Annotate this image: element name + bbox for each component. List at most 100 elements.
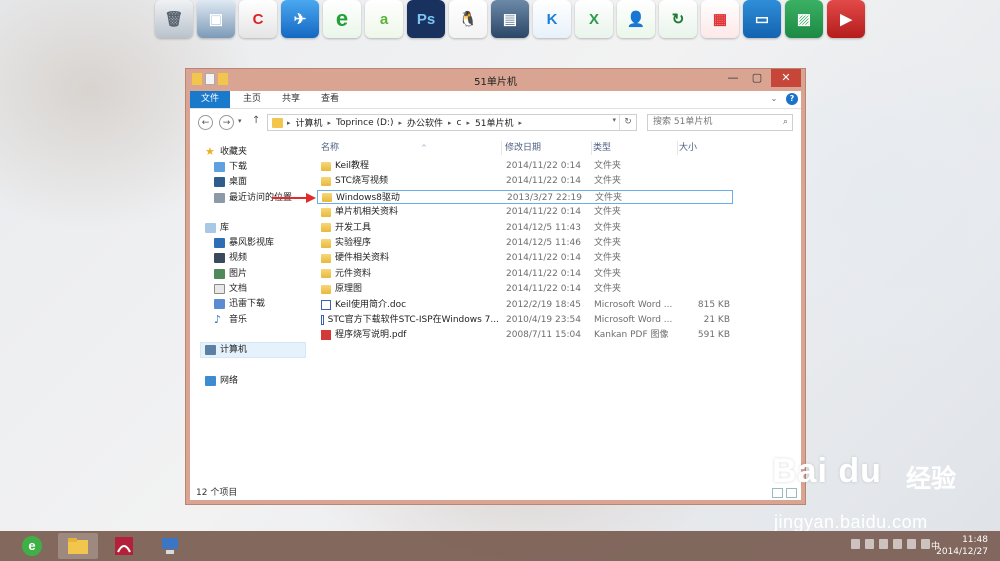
- file-name-cell: 程序烧写说明.pdf: [321, 328, 499, 342]
- file-row[interactable]: Keil教程 2014/11/22 0:14 文件夹: [317, 159, 728, 173]
- column-header-name[interactable]: 名称 ^: [321, 141, 502, 155]
- close-button[interactable]: ✕: [771, 69, 801, 87]
- nav-desktop[interactable]: 桌面: [214, 175, 247, 189]
- file-row[interactable]: Windows8驱动 2013/3/27 22:19 文件夹: [317, 189, 733, 204]
- minimize-button[interactable]: —: [721, 69, 745, 87]
- tab-home[interactable]: 主页: [235, 91, 269, 108]
- sort-ascending-icon: ^: [421, 144, 427, 152]
- file-row[interactable]: 程序烧写说明.pdf 2008/7/11 15:04 Kankan PDF 图像 59…: [317, 328, 730, 342]
- photoshop-icon[interactable]: Ps: [407, 0, 445, 38]
- volume-icon[interactable]: [921, 539, 930, 549]
- file-name-cell: 元件资料: [321, 267, 499, 281]
- file-name: Windows8驱动: [336, 192, 400, 203]
- ie-browser-icon[interactable]: e: [323, 0, 361, 38]
- app-taskbar-icon[interactable]: [104, 533, 144, 559]
- tab-file[interactable]: 文件: [190, 91, 231, 108]
- maximize-button[interactable]: ▢: [745, 69, 769, 87]
- up-button[interactable]: ↑: [252, 115, 260, 126]
- file-row[interactable]: 实验程序 2014/12/5 11:46 文件夹: [317, 236, 728, 250]
- file-name-cell: 单片机相关资料: [321, 205, 499, 219]
- file-type: 文件夹: [594, 161, 622, 171]
- file-name: 单片机相关资料: [335, 207, 399, 218]
- file-type: 文件夹: [594, 238, 622, 248]
- breadcrumb-drive[interactable]: Toprince (D:): [336, 118, 393, 128]
- ccleaner-icon[interactable]: C: [239, 0, 277, 38]
- breadcrumb-c[interactable]: c: [457, 118, 462, 128]
- file-row[interactable]: STC烧写视频 2014/11/22 0:14 文件夹: [317, 174, 728, 188]
- nav-computer[interactable]: 计算机: [200, 342, 306, 358]
- recycle-bin-icon[interactable]: 🗑: [155, 0, 193, 38]
- tray-icon[interactable]: [879, 539, 888, 549]
- folder-icon: [321, 253, 331, 263]
- k-app-icon[interactable]: K: [533, 0, 571, 38]
- breadcrumb-current[interactable]: 51单片机: [475, 116, 513, 129]
- user-icon[interactable]: 👤: [617, 0, 655, 38]
- nav-favorites[interactable]: ★ 收藏夹: [205, 145, 247, 159]
- column-header-size[interactable]: 大小: [679, 141, 729, 155]
- folder-icon: [321, 223, 331, 233]
- tab-share[interactable]: 共享: [274, 91, 308, 108]
- nav-pictures[interactable]: 图片: [214, 267, 247, 281]
- title-bar[interactable]: 51单片机 — ▢ ✕: [186, 69, 805, 91]
- address-dropdown-icon[interactable]: ▾: [612, 116, 616, 124]
- nav-baofeng-library[interactable]: 暴风影视库: [214, 236, 274, 250]
- file-row[interactable]: 单片机相关资料 2014/11/22 0:14 文件夹: [317, 205, 728, 219]
- network-taskbar-icon[interactable]: [150, 533, 190, 559]
- film-icon[interactable]: ▤: [491, 0, 529, 38]
- excel-icon[interactable]: X: [575, 0, 613, 38]
- file-name: STC官方下载软件STC-ISP在Windows 7...: [327, 315, 499, 325]
- search-input[interactable]: 搜索 51单片机 ⌕: [647, 114, 793, 131]
- recent-locations-icon[interactable]: ▾: [238, 117, 242, 125]
- file-row[interactable]: STC官方下载软件STC-ISP在Windows 7... 2010/4/19 2…: [317, 313, 730, 327]
- window-title: 51单片机: [474, 77, 517, 88]
- qq-icon[interactable]: 🐧: [449, 0, 487, 38]
- file-type: 文件夹: [594, 284, 622, 295]
- file-size: 21 KB: [703, 315, 730, 325]
- nav-xunlei-downloads[interactable]: 迅雷下载: [214, 297, 265, 311]
- picture-icon: [214, 269, 225, 279]
- network-status-icon[interactable]: [907, 539, 916, 549]
- a-app-icon[interactable]: a: [365, 0, 403, 38]
- watermark-logo: Bai du: [772, 452, 882, 490]
- nav-libraries[interactable]: 库: [205, 221, 229, 235]
- file-name: 程序烧写说明.pdf: [335, 330, 407, 341]
- breadcrumb-computer[interactable]: 计算机: [296, 116, 323, 129]
- file-row[interactable]: 开发工具 2014/12/5 11:43 文件夹: [317, 221, 728, 235]
- document-icon: [214, 284, 225, 294]
- media-icon[interactable]: ▶: [827, 0, 865, 38]
- feather-icon[interactable]: ✈: [281, 0, 319, 38]
- nav-documents[interactable]: 文档: [214, 282, 247, 296]
- nav-downloads[interactable]: 下载: [214, 160, 247, 174]
- file-row[interactable]: 原理图 2014/11/22 0:14 文件夹: [317, 282, 728, 296]
- image-icon[interactable]: ▨: [785, 0, 823, 38]
- clock[interactable]: 11:48 2014/12/27: [936, 534, 988, 558]
- forward-button[interactable]: →: [219, 115, 234, 130]
- file-date: 2014/12/5 11:43: [506, 222, 581, 233]
- file-row[interactable]: 元件资料 2014/11/22 0:14 文件夹: [317, 267, 728, 281]
- address-field[interactable]: ▸ 计算机 ▸ Toprince (D:) ▸ 办公软件 ▸ c ▸ 51单片机…: [267, 114, 637, 131]
- document-icon[interactable]: ▭: [743, 0, 781, 38]
- nav-network[interactable]: 网络: [205, 374, 238, 388]
- refresh-icon[interactable]: ↻: [619, 115, 636, 130]
- file-row[interactable]: Keil使用简介.doc 2012/2/19 18:45 Microsoft Wor…: [317, 298, 730, 312]
- sync-icon[interactable]: ↻: [659, 0, 697, 38]
- tray-icon[interactable]: [851, 539, 860, 549]
- file-explorer-taskbar-icon[interactable]: [58, 533, 98, 559]
- ie-taskbar-icon[interactable]: e: [12, 533, 52, 559]
- file-row[interactable]: 硬件相关资料 2014/11/22 0:14 文件夹: [317, 251, 728, 265]
- back-button[interactable]: ←: [198, 115, 213, 130]
- window-icon[interactable]: ▦: [701, 0, 739, 38]
- breadcrumb-office[interactable]: 办公软件: [407, 116, 443, 129]
- tray-icon[interactable]: [865, 539, 874, 549]
- help-icon[interactable]: ?: [786, 93, 798, 105]
- computer-icon[interactable]: ▣: [197, 0, 235, 38]
- column-header-date[interactable]: 修改日期: [505, 141, 592, 155]
- column-header-type[interactable]: 类型: [593, 141, 678, 155]
- file-name: Keil使用简介.doc: [335, 299, 407, 310]
- top-dock: 🗑 ▣ C ✈ e a Ps 🐧 ▤ K X 👤 ↻ ▦ ▭ ▨ ▶: [155, 0, 865, 42]
- tab-view[interactable]: 查看: [313, 91, 347, 108]
- nav-videos[interactable]: 视频: [214, 251, 247, 265]
- nav-music[interactable]: ♪ 音乐: [214, 313, 247, 327]
- expand-ribbon-icon[interactable]: ⌄: [768, 93, 780, 105]
- tray-icon[interactable]: [893, 539, 902, 549]
